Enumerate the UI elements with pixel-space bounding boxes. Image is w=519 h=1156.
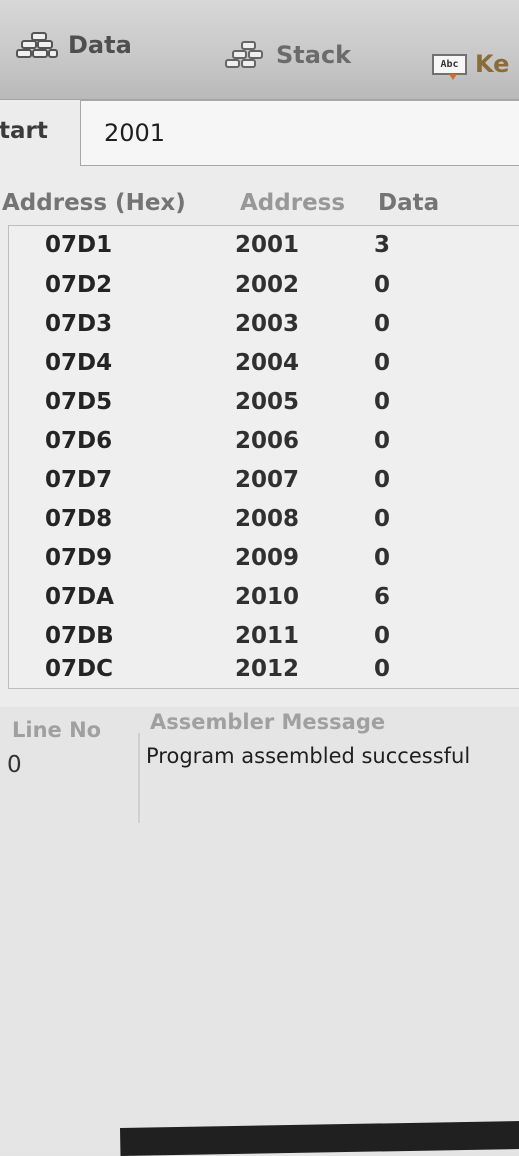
data-cell[interactable]: 0 — [374, 623, 390, 649]
memory-table[interactable]: 07D1 2001 3 07D2 2002 0 07D3 2003 0 07D4… — [8, 225, 519, 689]
address-hex-cell: 07D9 — [45, 545, 113, 571]
message-line-number[interactable]: 0 — [7, 752, 22, 778]
address-hex-cell: 07D7 — [45, 467, 113, 493]
data-header[interactable]: Data — [378, 190, 439, 216]
table-row[interactable]: 07DC 2012 0 — [9, 652, 519, 688]
data-cell[interactable]: 0 — [374, 428, 390, 454]
address-cell: 2007 — [235, 467, 300, 493]
table-row[interactable]: 07D4 2004 0 — [9, 346, 519, 385]
table-row[interactable]: 07D6 2006 0 — [9, 424, 519, 463]
data-cell[interactable]: 0 — [374, 656, 390, 682]
data-cell[interactable]: 6 — [374, 584, 390, 610]
data-icon — [14, 30, 60, 60]
stack-icon — [224, 40, 268, 70]
data-tab-label: Data — [68, 31, 132, 59]
stack-tab[interactable]: Stack — [224, 40, 351, 70]
memory-panel: Address (Hex) Address Data 07D1 2001 3 0… — [0, 182, 519, 707]
address-cell: 2002 — [235, 272, 300, 298]
address-cell: 2003 — [235, 311, 300, 337]
address-cell: 2008 — [235, 506, 300, 532]
address-cell: 2005 — [235, 389, 300, 415]
address-cell: 2004 — [235, 350, 300, 376]
table-row[interactable]: 07D2 2002 0 — [9, 268, 519, 307]
keyboard-tab-label: Ke — [475, 50, 510, 78]
data-cell[interactable]: 0 — [374, 545, 390, 571]
address-hex-cell: 07D8 — [45, 506, 113, 532]
address-header[interactable]: Address — [240, 190, 345, 216]
address-hex-cell: 07DC — [45, 656, 113, 682]
address-cell: 2006 — [235, 428, 300, 454]
address-cell: 2011 — [235, 623, 300, 649]
assembler-message-panel: Line No Assembler Message 0 Program asse… — [0, 708, 519, 1152]
address-hex-cell: 07D4 — [45, 350, 113, 376]
address-hex-cell: 07DA — [45, 584, 114, 610]
table-row[interactable]: 07D3 2003 0 — [9, 307, 519, 346]
table-row[interactable]: 07D8 2008 0 — [9, 502, 519, 541]
address-hex-cell: 07D2 — [45, 272, 113, 298]
address-hex-header[interactable]: Address (Hex) — [2, 190, 186, 216]
data-cell[interactable]: 0 — [374, 506, 390, 532]
data-cell[interactable]: 0 — [374, 272, 390, 298]
table-row[interactable]: 07D9 2009 0 — [9, 541, 519, 580]
line-no-header: Line No — [12, 718, 102, 742]
start-address-row: tart 2001 — [0, 100, 519, 183]
address-hex-cell: 07D1 — [45, 232, 113, 258]
data-cell[interactable]: 0 — [374, 350, 390, 376]
start-label: tart — [0, 118, 48, 144]
data-cell[interactable]: 3 — [374, 232, 390, 258]
address-hex-cell: 07DB — [45, 623, 114, 649]
address-hex-cell: 07D5 — [45, 389, 113, 415]
assembler-message[interactable]: Program assembled successful — [146, 744, 470, 768]
message-column-divider — [138, 733, 140, 823]
table-row[interactable]: 07D7 2007 0 — [9, 463, 519, 502]
table-row[interactable]: 07DA 2010 6 — [9, 580, 519, 619]
address-cell: 2012 — [235, 656, 300, 682]
toolbar: Data Stack Abc Ke — [0, 0, 519, 100]
data-tab[interactable]: Data — [14, 30, 132, 60]
address-cell: 2009 — [235, 545, 300, 571]
data-cell[interactable]: 0 — [374, 389, 390, 415]
table-row[interactable]: 07D5 2005 0 — [9, 385, 519, 424]
stack-tab-label: Stack — [276, 41, 352, 69]
address-hex-cell: 07D3 — [45, 311, 113, 337]
start-address-input[interactable]: 2001 — [80, 100, 519, 166]
address-cell: 2001 — [235, 232, 300, 258]
data-cell[interactable]: 0 — [374, 311, 390, 337]
keyboard-tab[interactable]: Abc Ke — [432, 50, 510, 80]
assembler-message-header: Assembler Message — [150, 710, 386, 734]
address-hex-cell: 07D6 — [45, 428, 113, 454]
data-cell[interactable]: 0 — [374, 467, 390, 493]
address-cell: 2010 — [235, 584, 300, 610]
abc-keyboard-icon: Abc — [432, 53, 467, 80]
table-row[interactable]: 07D1 2001 3 — [9, 228, 519, 267]
